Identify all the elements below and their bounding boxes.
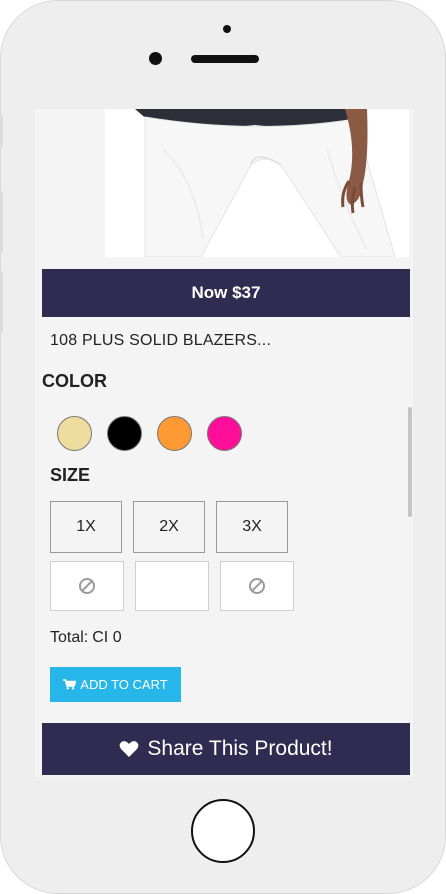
unavailable-icon	[249, 578, 265, 594]
volume-up-button	[0, 191, 3, 253]
size-option-1x[interactable]: 1X	[50, 501, 122, 553]
total-value: CI 0	[92, 629, 122, 646]
share-product-label: Share This Product!	[147, 737, 333, 760]
color-heading: COLOR	[42, 371, 107, 391]
add-to-cart-button[interactable]: ADD TO CART	[50, 667, 181, 702]
sensor-dot	[223, 25, 231, 33]
size-option-3x[interactable]: 3X	[216, 501, 288, 553]
add-to-cart-label: ADD TO CART	[80, 677, 168, 692]
share-product-button[interactable]: Share This Product!	[42, 723, 410, 775]
size-heading: SIZE	[50, 465, 91, 485]
home-button[interactable]	[191, 799, 255, 863]
product-title: 108 PLUS SOLID BLAZERS...	[50, 332, 272, 349]
size-option-2x[interactable]: 2X	[133, 501, 205, 553]
volume-down-button	[0, 271, 3, 333]
color-swatch-pink[interactable]	[207, 416, 242, 451]
scrollbar[interactable]	[408, 407, 412, 517]
size-quantity-row	[50, 561, 295, 611]
color-swatches	[57, 416, 242, 451]
earpiece-speaker	[191, 55, 259, 63]
quantity-field-3x-unavailable[interactable]	[220, 561, 294, 611]
quantity-field-2x[interactable]	[135, 561, 209, 611]
cart-icon	[63, 679, 77, 690]
order-total: Total: CI 0	[50, 629, 122, 647]
heart-icon	[120, 741, 139, 757]
mute-switch	[0, 114, 3, 148]
unavailable-icon	[79, 578, 95, 594]
quantity-field-1x-unavailable[interactable]	[50, 561, 124, 611]
color-swatch-black[interactable]	[107, 416, 142, 451]
front-camera	[149, 52, 162, 65]
screen: Now $37 108 PLUS SOLID BLAZERS... COLOR …	[35, 109, 413, 777]
color-swatch-beige[interactable]	[57, 416, 92, 451]
color-swatch-orange[interactable]	[157, 416, 192, 451]
price-banner: Now $37	[42, 269, 410, 317]
total-label: Total:	[50, 629, 89, 646]
phone-frame: Now $37 108 PLUS SOLID BLAZERS... COLOR …	[0, 0, 446, 894]
size-grid: 1X 2X 3X	[50, 501, 295, 619]
size-label-row: 1X 2X 3X	[50, 501, 295, 553]
product-image	[105, 109, 409, 257]
